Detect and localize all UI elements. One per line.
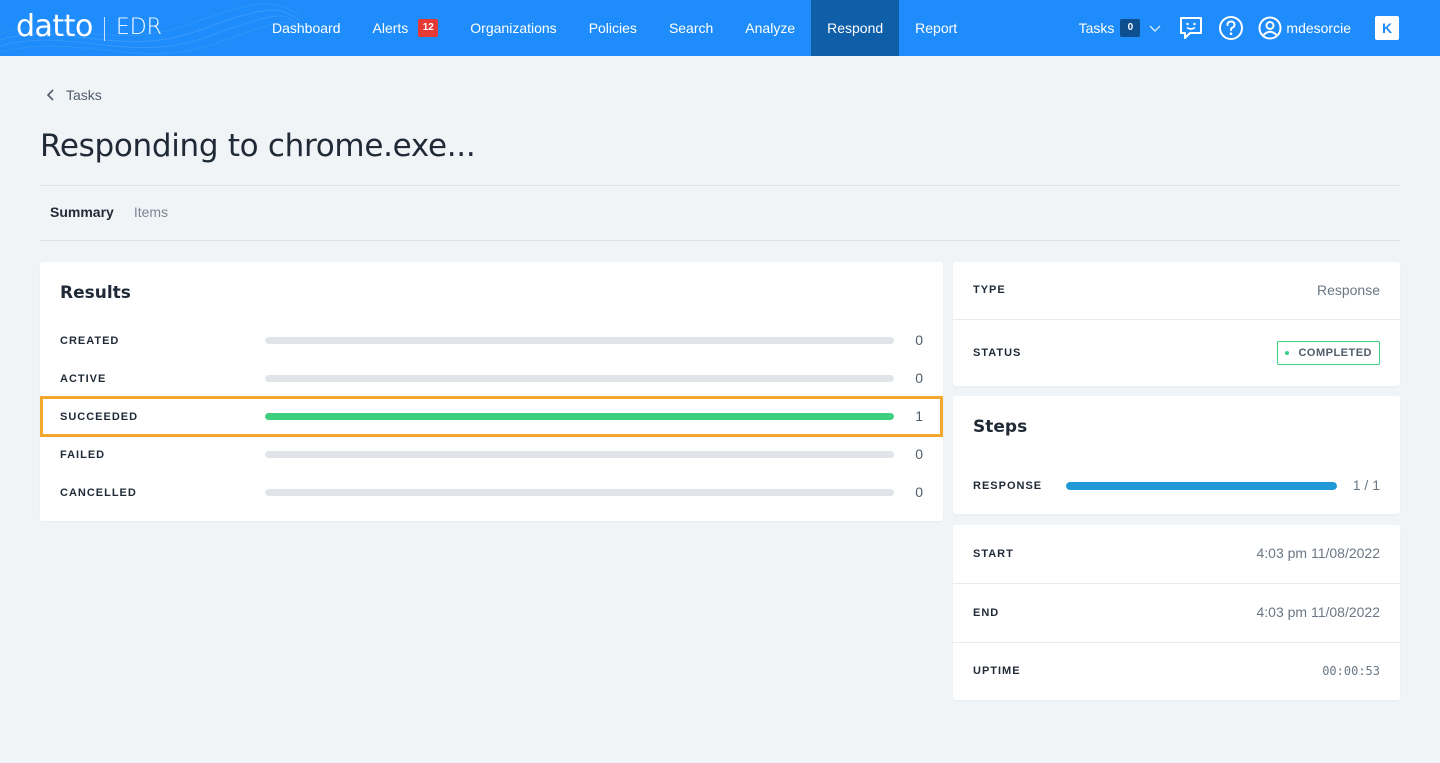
nav-policies[interactable]: Policies (573, 0, 653, 56)
main-nav: Dashboard Alerts 12 Organizations Polici… (256, 0, 973, 56)
type-label: TYPE (973, 284, 1006, 296)
result-count: 0 (915, 370, 923, 386)
back-label: Tasks (66, 87, 102, 103)
chevron-left-icon (46, 89, 54, 101)
tasks-label: Tasks (1078, 20, 1115, 36)
result-label: FAILED (60, 449, 106, 461)
user-icon (1258, 16, 1282, 40)
nav-label: Analyze (745, 20, 796, 36)
tasks-count-badge: 0 (1120, 19, 1141, 37)
logo[interactable]: datto EDR (16, 9, 162, 45)
feedback-icon (1180, 17, 1203, 39)
alerts-count-badge: 12 (418, 19, 439, 37)
result-progress-bar (265, 489, 894, 496)
result-label: CREATED (60, 335, 120, 347)
status-dot-icon (1285, 351, 1290, 355)
steps-progress-bar (1066, 482, 1337, 490)
result-count: 0 (915, 332, 923, 348)
steps-title: Steps (973, 417, 1028, 437)
nav-label: Dashboard (272, 20, 341, 36)
nav-respond[interactable]: Respond (811, 0, 900, 56)
nav-report[interactable]: Report (899, 0, 973, 56)
result-count: 0 (915, 484, 923, 500)
page-title: Responding to chrome.exe... (40, 128, 476, 164)
header-actions: Tasks 0 mdesorcie K (1079, 0, 1440, 56)
result-progress-bar (265, 413, 894, 420)
status-label: STATUS (973, 347, 1022, 359)
top-navigation-bar: datto EDR Dashboard Alerts 12 Organizati… (0, 0, 1440, 56)
status-badge: COMPLETED (1277, 341, 1380, 365)
divider (40, 185, 1400, 186)
result-row-failed: FAILED 0 (40, 436, 943, 474)
result-row-succeeded: SUCCEEDED 1 (40, 398, 943, 436)
nav-label: Search (668, 20, 714, 36)
chevron-down-icon (1149, 25, 1161, 32)
type-value: Response (1316, 282, 1380, 298)
tab-items[interactable]: Items (134, 204, 168, 220)
steps-card: Steps RESPONSE 1 / 1 (953, 396, 1400, 514)
end-row: END 4:03 pm 11/08/2022 (953, 584, 1400, 642)
divider (40, 240, 1400, 241)
results-title: Results (60, 283, 131, 303)
nav-label: Respond (827, 20, 884, 36)
task-info-card: TYPE Response STATUS COMPLETED (953, 262, 1400, 386)
progress-fill (265, 413, 894, 420)
uptime-value: 00:00:53 (1322, 664, 1380, 678)
uptime-row: UPTIME 00:00:53 (953, 643, 1400, 700)
result-progress-bar (265, 375, 894, 382)
nav-label: Alerts (372, 20, 409, 36)
brand-name: datto (16, 9, 93, 44)
nav-label: Organizations (470, 20, 557, 36)
result-row-created: CREATED 0 (40, 322, 943, 360)
result-row-active: ACTIVE 0 (40, 360, 943, 398)
steps-label: RESPONSE (973, 480, 1043, 492)
kaseya-icon[interactable]: K (1375, 16, 1399, 40)
status-text: COMPLETED (1298, 347, 1372, 359)
feedback-button[interactable] (1178, 15, 1204, 41)
result-label: CANCELLED (60, 487, 137, 499)
start-row: START 4:03 pm 11/08/2022 (953, 525, 1400, 583)
nav-label: Policies (588, 20, 637, 36)
nav-label: Report (915, 20, 958, 36)
result-count: 0 (915, 446, 923, 462)
type-row: TYPE Response (953, 262, 1400, 320)
start-value: 4:03 pm 11/08/2022 (1256, 545, 1380, 561)
nav-search[interactable]: Search (653, 0, 729, 56)
tab-bar: Summary Items (50, 204, 188, 220)
nav-alerts[interactable]: Alerts 12 (357, 0, 455, 56)
back-to-tasks-link[interactable]: Tasks (46, 87, 102, 103)
result-label: ACTIVE (60, 373, 107, 385)
result-count: 1 (915, 408, 923, 424)
status-row: STATUS COMPLETED (953, 320, 1400, 386)
progress-fill (1066, 482, 1337, 490)
end-value: 4:03 pm 11/08/2022 (1256, 604, 1380, 620)
nav-analyze[interactable]: Analyze (729, 0, 811, 56)
product-name: EDR (115, 15, 162, 40)
user-menu[interactable]: mdesorcie (1258, 16, 1351, 40)
help-icon (1219, 16, 1244, 40)
result-progress-bar (265, 337, 894, 344)
results-card: Results CREATED 0 ACTIVE 0 SUCCEEDED 1 F… (40, 262, 943, 521)
uptime-label: UPTIME (973, 665, 1021, 677)
timing-card: START 4:03 pm 11/08/2022 END 4:03 pm 11/… (953, 525, 1400, 700)
result-label: SUCCEEDED (60, 411, 139, 423)
tab-summary[interactable]: Summary (50, 204, 114, 220)
result-progress-bar (265, 451, 894, 458)
username: mdesorcie (1286, 20, 1351, 36)
help-button[interactable] (1218, 15, 1244, 41)
start-label: START (973, 548, 1014, 560)
nav-organizations[interactable]: Organizations (454, 0, 572, 56)
end-label: END (973, 607, 1000, 619)
logo-divider (103, 16, 105, 41)
tasks-dropdown[interactable]: Tasks 0 (1079, 19, 1163, 37)
result-row-cancelled: CANCELLED 0 (40, 474, 943, 512)
steps-value: 1 / 1 (1352, 477, 1380, 493)
nav-dashboard[interactable]: Dashboard (256, 0, 357, 56)
